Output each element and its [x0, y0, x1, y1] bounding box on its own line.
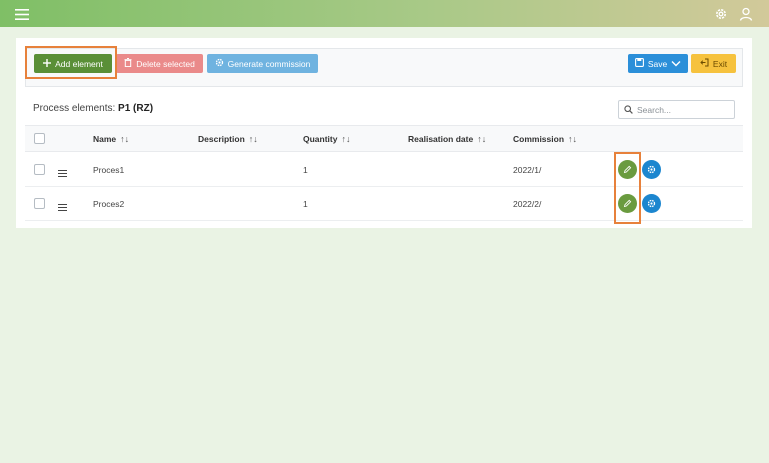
column-description-header[interactable]: Description ↑↓	[198, 134, 258, 144]
gear-icon	[647, 161, 656, 179]
column-realisation-date-header[interactable]: Realisation date ↑↓	[408, 134, 486, 144]
sort-icon: ↑↓	[568, 134, 578, 144]
cell-commission: 2022/1/	[513, 165, 542, 175]
page-title: Process elements: P1 (RZ)	[33, 103, 153, 114]
card-title-prefix: Process elements:	[33, 103, 116, 114]
column-quantity-header[interactable]: Quantity ↑↓	[303, 134, 350, 144]
user-icon[interactable]	[736, 4, 756, 24]
action-toolbar: Add element Delete selected Generate com…	[25, 48, 743, 87]
exit-label: Exit	[712, 58, 728, 69]
main-panel: Add element Delete selected Generate com…	[16, 38, 752, 228]
search-icon	[624, 101, 633, 119]
drag-handle-icon[interactable]	[58, 199, 67, 211]
gear-icon	[215, 58, 224, 69]
add-element-highlight	[25, 46, 117, 79]
card-title-value: P1 (RZ)	[118, 103, 154, 114]
settings-button[interactable]	[642, 160, 661, 179]
drag-handle-icon[interactable]	[58, 165, 67, 177]
edit-buttons-highlight	[614, 152, 641, 224]
settings-button[interactable]	[642, 194, 661, 213]
column-name-header[interactable]: Name ↑↓	[93, 134, 129, 144]
row-checkbox[interactable]	[34, 198, 45, 209]
table-header: Name ↑↓ Description ↑↓ Quantity ↑↓ Realisat…	[25, 125, 743, 152]
cell-name: Proces1	[93, 165, 125, 175]
trash-icon	[124, 58, 132, 69]
sort-icon: ↑↓	[120, 134, 130, 144]
search-field[interactable]	[618, 100, 735, 119]
delete-selected-button[interactable]: Delete selected	[116, 54, 203, 73]
cell-name: Proces2	[93, 199, 125, 209]
top-bar	[0, 0, 769, 27]
sort-icon: ↑↓	[341, 134, 351, 144]
select-all-checkbox[interactable]	[34, 133, 45, 144]
delete-selected-label: Delete selected	[136, 58, 195, 69]
gear-icon[interactable]	[711, 4, 731, 24]
row-checkbox[interactable]	[34, 164, 45, 175]
generate-commission-label: Generate commission	[227, 58, 311, 69]
exit-icon	[700, 58, 709, 69]
save-label: Save	[647, 58, 668, 69]
save-button[interactable]: Save	[628, 54, 688, 73]
gear-icon	[647, 195, 656, 213]
column-commission-header[interactable]: Commission ↑↓	[513, 134, 577, 144]
cell-quantity: 1	[303, 165, 308, 175]
exit-button[interactable]: Exit	[691, 54, 736, 73]
search-input[interactable]	[637, 104, 731, 115]
menu-icon[interactable]	[12, 4, 32, 24]
cell-commission: 2022/2/	[513, 199, 542, 209]
sort-icon: ↑↓	[477, 134, 487, 144]
chevron-down-icon[interactable]	[671, 59, 681, 69]
floppy-icon	[634, 58, 644, 69]
generate-commission-button[interactable]: Generate commission	[207, 54, 318, 73]
sort-icon: ↑↓	[248, 134, 258, 144]
cell-quantity: 1	[303, 199, 308, 209]
